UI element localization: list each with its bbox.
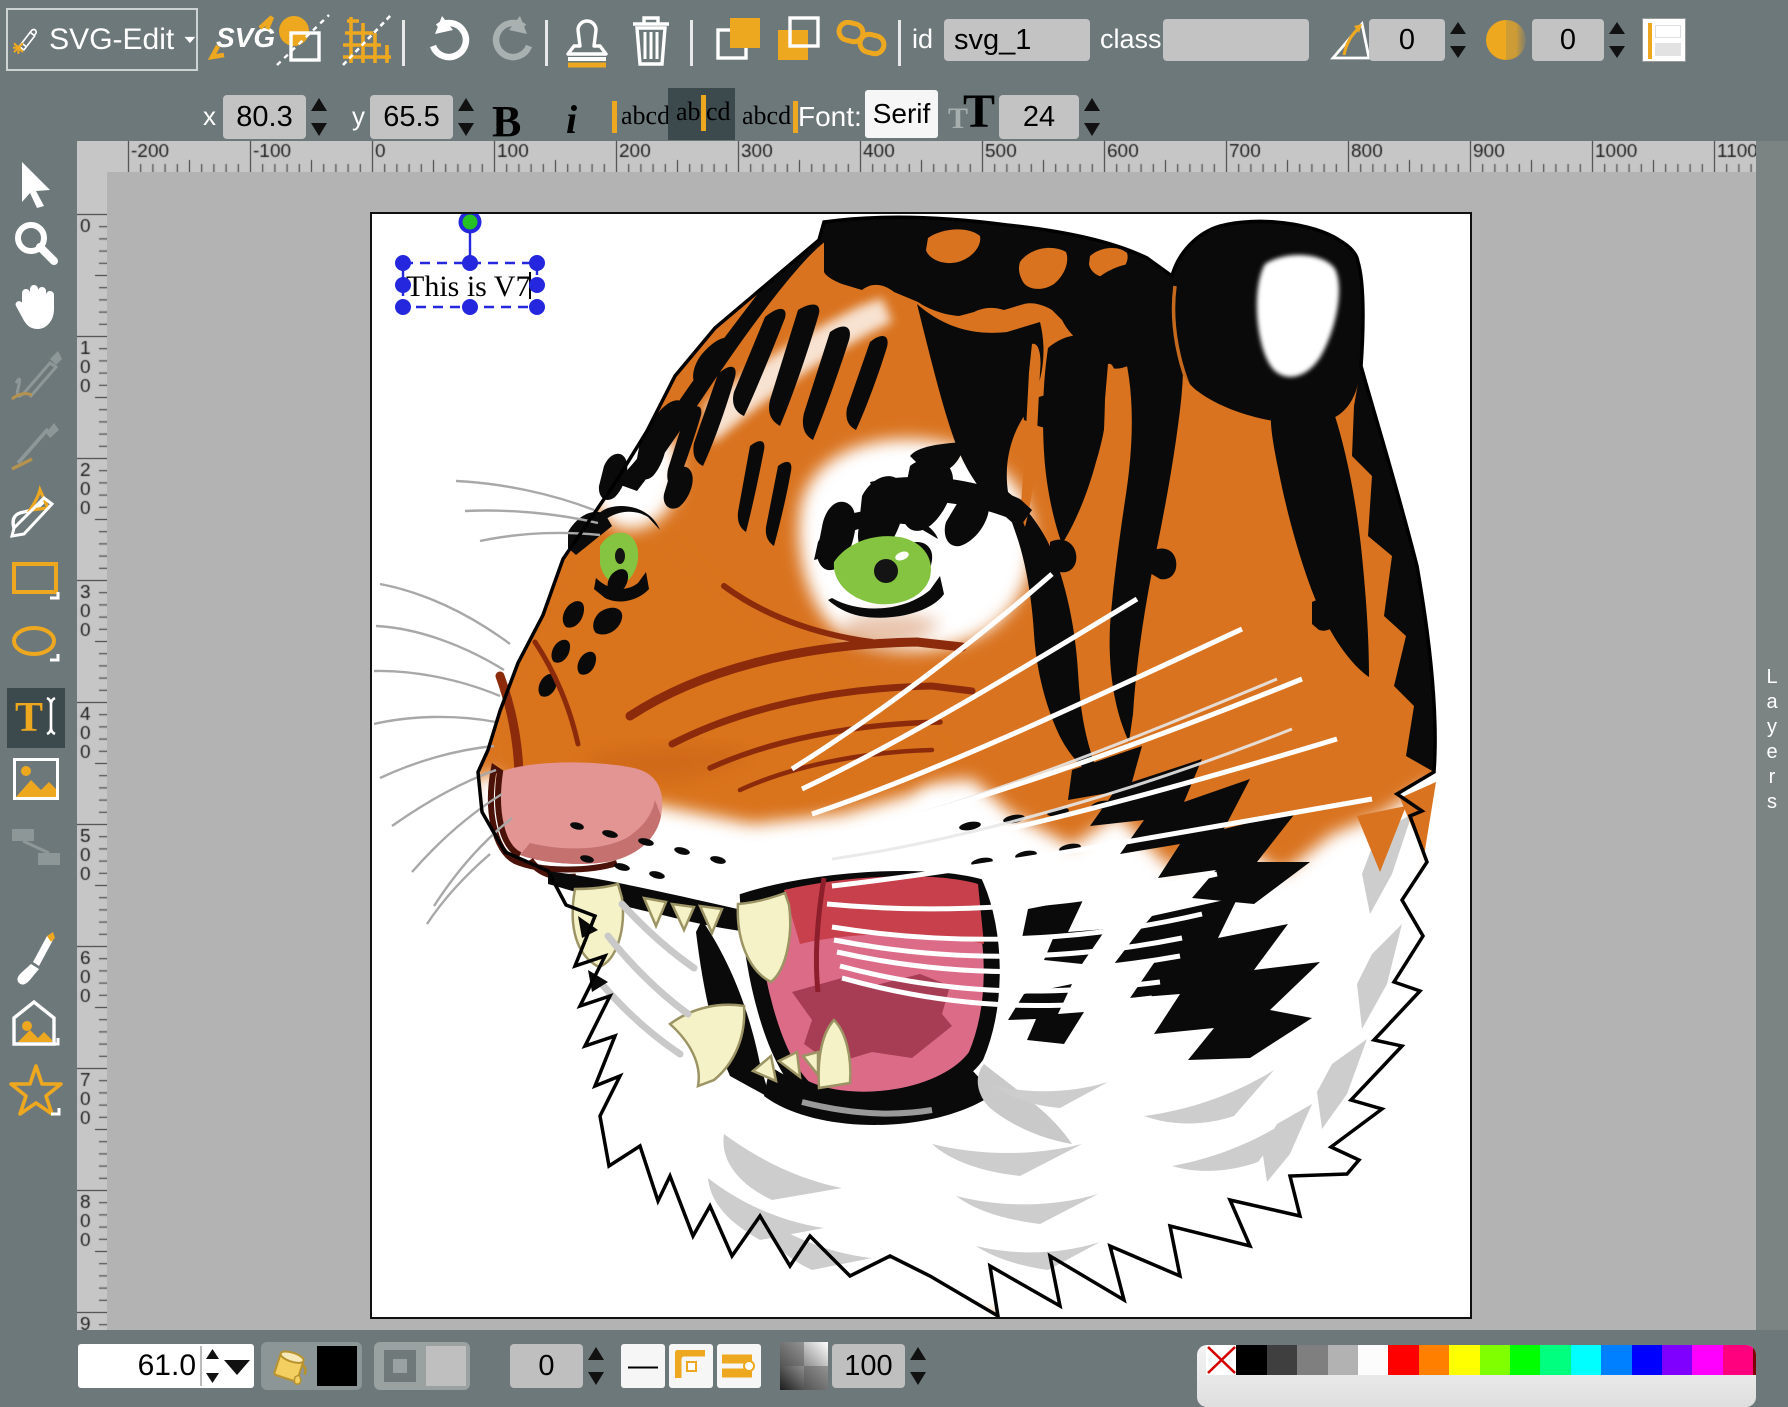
svg-text:This is V7: This is V7 — [406, 270, 530, 303]
